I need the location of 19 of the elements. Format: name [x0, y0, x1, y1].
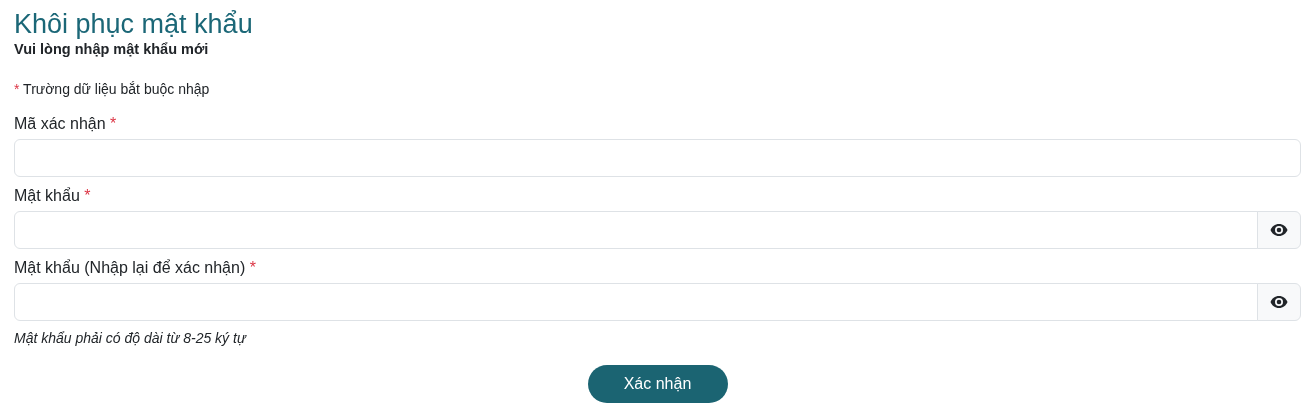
password-hint: Mật khẩu phải có độ dài từ 8-25 ký tự [14, 328, 248, 348]
required-mark: * [84, 187, 91, 205]
field-label: Mã xác nhận [14, 115, 106, 133]
subtitle: Vui lòng nhập mật khẩu mới [14, 40, 210, 60]
required-mark: * [14, 81, 20, 98]
input-field[interactable] [14, 139, 1301, 178]
field-label: Mật khẩu (Nhập lại để xác nhận) [14, 258, 246, 276]
submit-button[interactable]: Xác nhận [587, 364, 728, 403]
page-title: Khôi phục mật khẩu [14, 8, 254, 41]
eye-icon [1270, 223, 1288, 236]
eye-icon [1270, 295, 1288, 308]
field-label: Mật khẩu [14, 187, 80, 205]
required-mark: * [249, 258, 256, 276]
password-field[interactable] [14, 282, 1258, 321]
required-mark: * [110, 115, 117, 133]
show-password-button[interactable] [1257, 282, 1301, 321]
required-note: Trường dữ liệu bắt buộc nhập [23, 81, 210, 98]
password-field[interactable] [14, 210, 1258, 249]
show-password-button[interactable] [1257, 210, 1301, 249]
